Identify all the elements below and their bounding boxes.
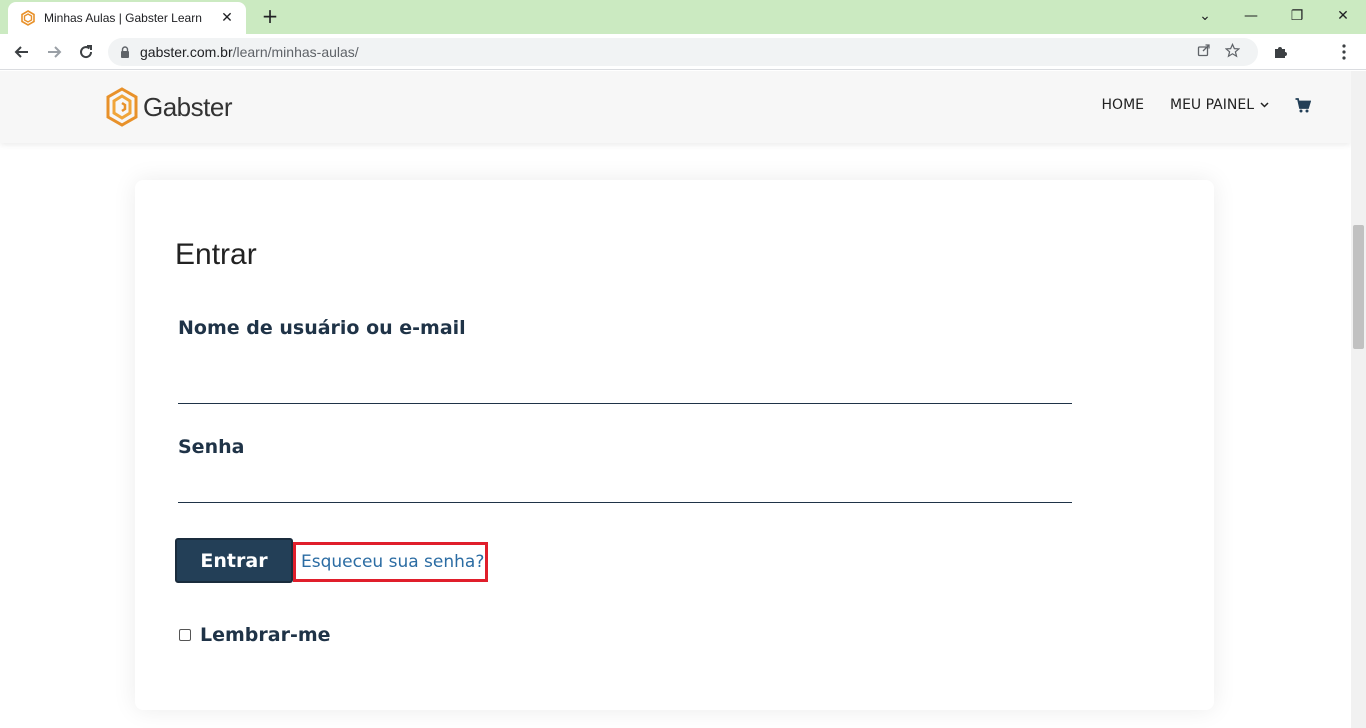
browser-tab[interactable]: Minhas Aulas | Gabster Learn ✕ [8,2,246,34]
logo-text: Gabster [143,91,233,122]
forward-icon[interactable] [40,38,68,66]
tab-search-icon[interactable]: ⌄ [1182,4,1228,28]
login-submit-button[interactable]: Entrar [175,538,293,583]
bookmark-star-icon[interactable] [1218,42,1246,62]
tab-close-icon[interactable]: ✕ [218,10,236,26]
main-menu: HOME MEU PAINEL [1076,97,1311,113]
browser-tabstrip: Minhas Aulas | Gabster Learn ✕ + ⌄ — ❐ ✕ [0,0,1366,34]
cart-icon[interactable] [1295,97,1311,113]
browser-toolbar: gabster.com.br/learn/minhas-aulas/ [0,34,1366,70]
gabster-favicon-icon [21,10,35,26]
tab-title: Minhas Aulas | Gabster Learn [44,11,202,25]
scrollbar-thumb[interactable] [1353,225,1364,349]
lock-icon [121,46,129,58]
menu-item-home[interactable]: HOME [1102,97,1144,113]
window-close-icon[interactable]: ✕ [1320,4,1366,28]
menu-item-meu-painel[interactable]: MEU PAINEL [1170,97,1269,113]
reload-icon[interactable] [72,38,100,66]
menu-item-label: HOME [1101,97,1144,113]
url-path: /learn/minhas-aulas/ [232,44,359,60]
url-host: gabster.com.br [140,44,233,60]
back-icon[interactable] [8,38,36,66]
minimize-icon[interactable]: — [1228,4,1274,28]
login-card: Entrar Nome de usuário ou e-mail Senha E… [135,180,1214,710]
username-input[interactable] [178,370,1072,404]
gabster-logo-icon [106,87,138,127]
password-label: Senha [178,436,245,458]
login-title: Entrar [175,238,257,271]
site-header: Gabster HOME MEU PAINEL [0,71,1351,143]
menu-item-label: MEU PAINEL [1170,97,1254,113]
url-text: gabster.com.br/learn/minhas-aulas/ [140,44,1190,60]
forgot-password-highlight: Esqueceu sua senha? [293,542,488,582]
share-icon[interactable] [1190,43,1218,61]
password-input[interactable] [178,469,1072,503]
new-tab-button[interactable]: + [258,5,282,29]
restore-icon[interactable]: ❐ [1274,4,1320,28]
site-logo[interactable]: Gabster [105,87,233,127]
extensions-puzzle-icon[interactable] [1266,38,1294,66]
browser-menu-icon[interactable] [1330,38,1358,66]
page-scrollbar[interactable] [1351,71,1366,728]
address-bar[interactable]: gabster.com.br/learn/minhas-aulas/ [108,38,1258,66]
remember-me: Lembrar-me [179,624,331,646]
username-label: Nome de usuário ou e-mail [178,317,466,339]
forgot-password-link[interactable]: Esqueceu sua senha? [301,552,484,572]
remember-me-checkbox[interactable] [179,629,191,641]
chevron-down-icon [1260,102,1269,108]
page-viewport: Gabster HOME MEU PAINEL Entrar Nome de u… [0,71,1351,728]
remember-me-label: Lembrar-me [200,624,331,646]
